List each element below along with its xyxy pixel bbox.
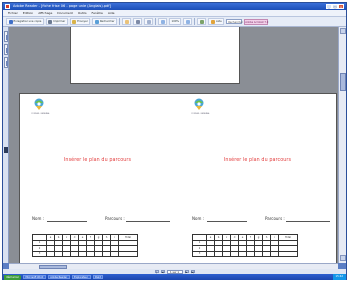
bookmark-icon [6,35,8,40]
layers-tab[interactable] [4,57,8,68]
help-label: Aide [215,20,222,23]
menu-window[interactable]: Fenêtre [92,11,103,15]
parcours-line [126,221,170,222]
score-table: a b c d e f g h i Total 1 2 3 [32,234,138,257]
vertical-scroll-thumb[interactable] [340,73,346,91]
scroll-up-button[interactable] [340,28,346,34]
snapshot-button[interactable] [144,18,154,25]
toolbar-separator [119,18,121,25]
zoom-out-icon [160,19,165,24]
nom-line [47,221,87,222]
menu-help[interactable]: Aide [108,11,115,15]
search-input[interactable]: Rechercher [226,18,243,25]
printer-icon [48,19,53,24]
adobe-reader-icon [5,4,10,9]
table-row: 3 [32,250,138,257]
hand-icon [124,19,129,24]
taskbar-item[interactable]: Microsoft Word [23,274,46,280]
app-window: Adobe Reader - [fiche frise 06 - page un… [2,2,347,280]
hand-tool-button[interactable] [122,18,132,25]
select-tool-button[interactable] [133,18,143,25]
title-bar: Adobe Reader - [fiche frise 06 - page un… [3,3,346,10]
zoom-value[interactable]: 100% [169,18,182,25]
course-card-left: CONSEIL GENERAL Insérer le plan du parco… [20,94,175,263]
vertical-scrollbar[interactable] [338,27,346,263]
rotate-icon [199,19,204,24]
page-number-field[interactable]: 1 sur 1 [166,269,183,274]
cursor-icon [135,19,140,24]
menu-edit[interactable]: Edition [23,11,33,15]
taskbar-item[interactable]: Explorateur [71,274,91,280]
parcours-line [286,221,330,222]
parcours-label: Parcours : [105,216,125,221]
row-number: 3 [192,250,207,257]
document-page: CONSEIL GENERAL Insérer le plan du parco… [19,93,337,263]
last-page-button[interactable]: ▶| [190,269,195,274]
layers-icon [6,61,8,66]
search-label: Rechercher [99,20,115,23]
menu-file[interactable]: Fichier [8,11,18,15]
nom-label: Nom : [32,216,44,221]
help-icon [210,19,215,24]
print-label: Imprimer [53,20,66,23]
pages-tab[interactable] [4,44,8,55]
first-page-button[interactable]: |◀ [154,269,159,277]
rotate-button[interactable] [197,18,207,25]
save-copy-label: Enregistrer une copie [13,20,42,23]
windows-taskbar: démarrer Microsoft Word Adobe Reader Exp… [3,274,346,280]
course-plan-title: Insérer le plan du parcours [63,158,132,163]
parcours-label: Parcours : [265,216,285,221]
menu-view[interactable]: Affichage [38,11,52,15]
email-button[interactable]: Envoyer [69,18,91,25]
previous-page [70,27,240,84]
taskbar-item[interactable]: Paint [92,274,104,280]
document-view[interactable]: CONSEIL GENERAL Insérer le plan du parco… [9,27,338,263]
emblem-logo [34,98,44,110]
save-icon [8,19,13,24]
system-clock: 15:42 [332,274,346,280]
row-number: 3 [32,250,47,257]
camera-icon [146,19,151,24]
zoom-out-button[interactable] [158,18,168,25]
course-plan-title: Insérer le plan du parcours [223,158,292,163]
search-button[interactable]: Rechercher [92,18,118,25]
toolbar-separator [155,18,157,25]
course-card-right: CONSEIL GENERAL Insérer le plan du parco… [180,94,335,263]
save-copy-button[interactable]: Enregistrer une copie [6,18,44,25]
close-button[interactable]: × [338,4,344,9]
logo-caption: CONSEIL GENERAL [31,113,50,115]
nom-label: Nom : [192,216,204,221]
scroll-down-button[interactable] [340,255,346,261]
start-button[interactable]: démarrer [4,274,21,280]
binoculars-icon [94,19,99,24]
toolbar-separator [194,18,196,25]
zoom-in-button[interactable] [183,18,193,25]
nom-line [207,221,247,222]
menu-tools[interactable]: Outils [78,11,87,15]
envelope-icon [72,19,77,24]
pages-icon [6,48,8,53]
next-page-button[interactable]: ▶ [184,269,189,274]
menu-document[interactable]: Document [57,11,73,15]
logo-caption: CONSEIL GENERAL [191,113,210,115]
table-row: 3 [192,250,298,257]
toolbar: Enregistrer une copie Imprimer Envoyer R… [3,17,346,27]
menu-bar: Fichier Edition Affichage Document Outil… [3,10,346,17]
taskbar-item[interactable]: Adobe Reader [47,274,70,280]
score-table: a b c d e f g h i Total 1 2 3 [192,234,298,257]
previous-page-button[interactable]: ◀ [160,269,165,274]
panel-splitter[interactable] [4,147,8,153]
email-label: Envoyer [77,20,88,23]
help-button[interactable]: Aide [208,18,225,25]
window-title: Adobe Reader - [fiche frise 06 - page un… [13,4,111,8]
print-button[interactable]: Imprimer [45,18,68,25]
bookmarks-tab[interactable] [4,31,8,42]
acrobat-promo-button[interactable]: Adobe Acrobat 7.0 [244,18,268,25]
emblem-logo [194,98,204,110]
zoom-in-icon [185,19,190,24]
